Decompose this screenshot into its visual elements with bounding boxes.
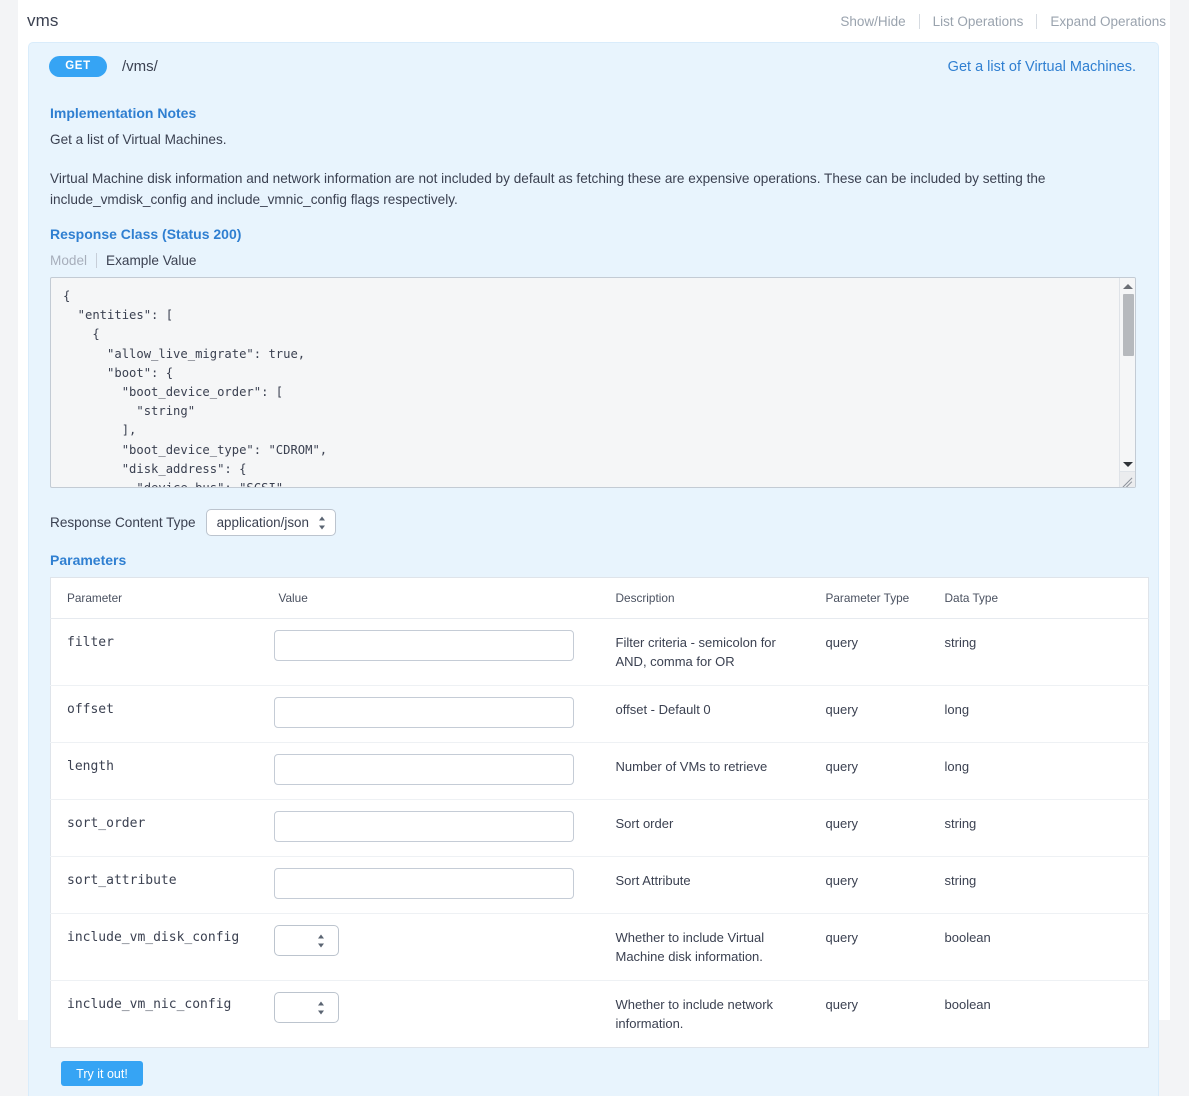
- table-row: sort_order Sort order query string: [51, 800, 1149, 857]
- param-data-type: string: [929, 800, 1149, 857]
- param-value-cell: [263, 914, 600, 981]
- param-description: Whether to include Virtual Machine disk …: [600, 914, 810, 981]
- length-input[interactable]: [274, 754, 574, 785]
- response-content-type-label: Response Content Type: [50, 515, 196, 530]
- response-content-type-select[interactable]: application/json: [206, 509, 336, 536]
- param-value-cell: [263, 686, 600, 743]
- header-description: Description: [600, 578, 810, 619]
- param-name: include_vm_disk_config: [51, 914, 263, 981]
- resize-handle-icon[interactable]: [1119, 471, 1135, 487]
- param-value-cell: [263, 800, 600, 857]
- response-content-type-row: Response Content Type application/json: [50, 509, 1136, 536]
- operation-header[interactable]: GET /vms/ Get a list of Virtual Machines…: [29, 43, 1158, 89]
- param-type: query: [810, 857, 929, 914]
- include-vm-disk-config-select[interactable]: [274, 925, 339, 956]
- http-method-badge: GET: [49, 56, 107, 77]
- param-value-cell: [263, 743, 600, 800]
- param-description: Number of VMs to retrieve: [600, 743, 810, 800]
- response-class-title: Response Class (Status 200): [50, 226, 1136, 242]
- expand-operations-link[interactable]: Expand Operations: [1037, 14, 1168, 29]
- swagger-page: vms Show/Hide List Operations Expand Ope…: [18, 0, 1170, 1020]
- param-description: Sort order: [600, 800, 810, 857]
- operation-path: /vms/: [122, 56, 158, 77]
- header-parameter: Parameter: [51, 578, 263, 619]
- scroll-up-arrow-icon[interactable]: [1120, 279, 1136, 293]
- param-data-type: string: [929, 857, 1149, 914]
- operation-panel: GET /vms/ Get a list of Virtual Machines…: [28, 42, 1159, 1096]
- offset-input[interactable]: [274, 697, 574, 728]
- param-description: Sort Attribute: [600, 857, 810, 914]
- param-data-type: string: [929, 619, 1149, 686]
- param-name: sort_attribute: [51, 857, 263, 914]
- operation-summary[interactable]: Get a list of Virtual Machines.: [948, 57, 1136, 78]
- param-name: sort_order: [51, 800, 263, 857]
- chevron-updown-icon: [317, 1001, 325, 1014]
- model-tabs: Model Example Value: [50, 251, 1136, 269]
- table-row: include_vm_nic_config Whether to include…: [51, 981, 1149, 1048]
- table-row: offset offset - Default 0 query long: [51, 686, 1149, 743]
- param-description: Whether to include network information.: [600, 981, 810, 1048]
- table-header-row: Parameter Value Description Parameter Ty…: [51, 578, 1149, 619]
- parameters-table: Parameter Value Description Parameter Ty…: [50, 577, 1149, 1048]
- chevron-updown-icon: [318, 516, 326, 529]
- param-description: offset - Default 0: [600, 686, 810, 743]
- param-name: length: [51, 743, 263, 800]
- implementation-notes-title: Implementation Notes: [50, 105, 1136, 121]
- notes-spacer: [50, 150, 1136, 169]
- param-data-type: boolean: [929, 981, 1149, 1048]
- tab-example-value[interactable]: Example Value: [96, 253, 196, 268]
- try-it-out-button[interactable]: Try it out!: [61, 1061, 143, 1086]
- resource-options: Show/Hide List Operations Expand Operati…: [827, 14, 1168, 29]
- sort-order-input[interactable]: [274, 811, 574, 842]
- implementation-notes-line: Get a list of Virtual Machines.: [50, 130, 1136, 150]
- sort-attribute-input[interactable]: [274, 868, 574, 899]
- resource-title: vms: [27, 11, 58, 31]
- param-type: query: [810, 981, 929, 1048]
- param-type: query: [810, 686, 929, 743]
- include-vm-nic-config-select[interactable]: [274, 992, 339, 1023]
- param-name: filter: [51, 619, 263, 686]
- parameters-table-body: filter Filter criteria - semicolon for A…: [51, 619, 1149, 1048]
- param-type: query: [810, 800, 929, 857]
- scroll-down-arrow-icon[interactable]: [1120, 457, 1136, 471]
- show-hide-link[interactable]: Show/Hide: [827, 14, 918, 29]
- param-data-type: boolean: [929, 914, 1149, 981]
- table-row: sort_attribute Sort Attribute query stri…: [51, 857, 1149, 914]
- parameters-title: Parameters: [50, 552, 1136, 568]
- example-value-box[interactable]: { "entities": [ { "allow_live_migrate": …: [50, 277, 1136, 488]
- resource-header: vms Show/Hide List Operations Expand Ope…: [18, 0, 1170, 42]
- scrollbar-thumb[interactable]: [1123, 294, 1134, 356]
- header-value: Value: [263, 578, 600, 619]
- operation-body: Implementation Notes Get a list of Virtu…: [29, 105, 1158, 1086]
- param-type: query: [810, 743, 929, 800]
- implementation-notes-paragraph: Virtual Machine disk information and net…: [50, 169, 1080, 210]
- param-data-type: long: [929, 686, 1149, 743]
- filter-input[interactable]: [274, 630, 574, 661]
- chevron-updown-icon: [317, 934, 325, 947]
- header-data-type: Data Type: [929, 578, 1149, 619]
- param-type: query: [810, 619, 929, 686]
- param-value-cell: [263, 619, 600, 686]
- param-value-cell: [263, 981, 600, 1048]
- param-value-cell: [263, 857, 600, 914]
- example-scrollbar[interactable]: [1119, 278, 1135, 487]
- param-name: offset: [51, 686, 263, 743]
- table-row: filter Filter criteria - semicolon for A…: [51, 619, 1149, 686]
- param-name: include_vm_nic_config: [51, 981, 263, 1048]
- header-parameter-type: Parameter Type: [810, 578, 929, 619]
- param-data-type: long: [929, 743, 1149, 800]
- tab-model[interactable]: Model: [50, 253, 96, 268]
- response-content-type-value: application/json: [217, 515, 309, 530]
- table-row: include_vm_disk_config Whether to includ…: [51, 914, 1149, 981]
- table-row: length Number of VMs to retrieve query l…: [51, 743, 1149, 800]
- example-value-code: { "entities": [ { "allow_live_migrate": …: [51, 278, 1135, 488]
- param-type: query: [810, 914, 929, 981]
- param-description: Filter criteria - semicolon for AND, com…: [600, 619, 810, 686]
- list-operations-link[interactable]: List Operations: [920, 14, 1037, 29]
